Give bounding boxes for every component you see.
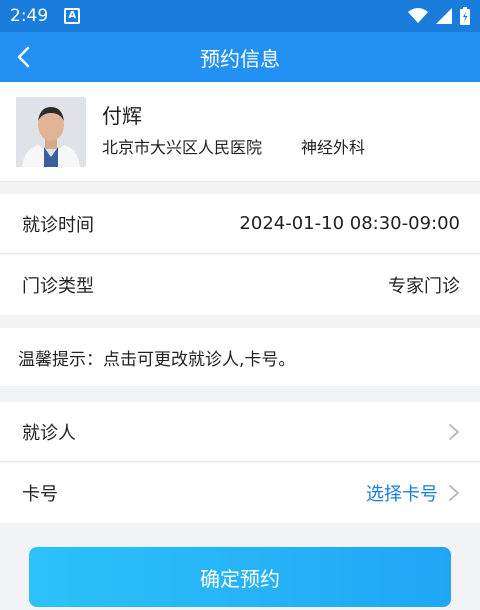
visit-time-row: 就诊时间 2024-01-10 08:30-09:00 bbox=[0, 194, 480, 254]
doctor-name: 付辉 bbox=[102, 104, 142, 128]
status-time: 2:49 bbox=[10, 6, 49, 26]
avatar bbox=[16, 97, 86, 167]
visit-time-label: 就诊时间 bbox=[22, 214, 94, 236]
battery-icon bbox=[460, 7, 470, 25]
visit-time-value: 2024-01-10 08:30-09:00 bbox=[239, 213, 460, 234]
clinic-type-label: 门诊类型 bbox=[22, 276, 94, 297]
warm-tip: 温馨提示：点击可更改就诊人,卡号。 bbox=[0, 328, 480, 386]
page-title: 预约信息 bbox=[200, 46, 280, 71]
doctor-card: 付辉 北京市大兴区人民医院 神经外科 bbox=[0, 82, 480, 182]
chevron-right-icon bbox=[449, 485, 459, 501]
status-bar: 2:49 A bbox=[0, 0, 480, 32]
wifi-icon bbox=[408, 8, 428, 23]
status-icons bbox=[408, 7, 470, 25]
confirm-appointment-button[interactable]: 确定预约 bbox=[29, 547, 451, 607]
clinic-type-value: 专家门诊 bbox=[388, 276, 460, 297]
clinic-type-row: 门诊类型 专家门诊 bbox=[0, 255, 480, 315]
patient-label: 就诊人 bbox=[22, 422, 76, 444]
nav-bar: 预约信息 bbox=[0, 32, 480, 82]
doctor-department: 神经外科 bbox=[301, 138, 366, 157]
chevron-left-icon[interactable] bbox=[12, 45, 36, 69]
card-number-label: 卡号 bbox=[22, 484, 58, 505]
chevron-right-icon bbox=[449, 423, 459, 440]
signal-icon bbox=[436, 8, 452, 24]
doctor-photo bbox=[16, 97, 86, 167]
a-icon: A bbox=[64, 8, 81, 24]
patient-row[interactable]: 就诊人 bbox=[0, 402, 480, 462]
card-number-row[interactable]: 卡号 选择卡号 bbox=[0, 463, 480, 523]
doctor-hospital: 北京市大兴区人民医院 bbox=[102, 138, 263, 157]
select-card-link[interactable]: 选择卡号 bbox=[366, 480, 438, 506]
